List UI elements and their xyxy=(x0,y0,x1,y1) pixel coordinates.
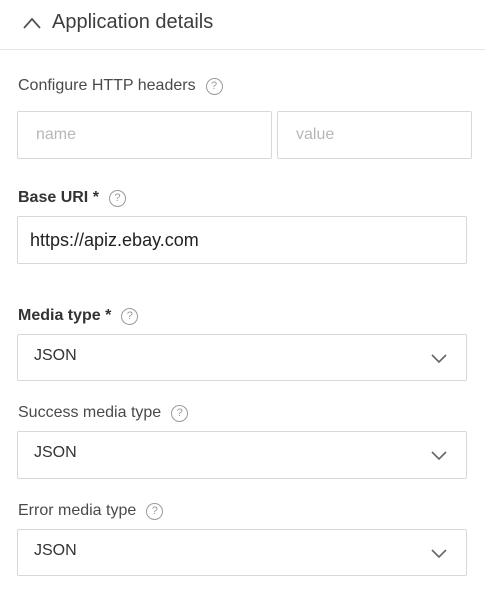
help-icon[interactable]: ? xyxy=(146,502,164,520)
error-media-type-select[interactable]: JSON xyxy=(17,529,467,576)
base-uri-input[interactable] xyxy=(18,217,466,263)
chevron-down-icon[interactable] xyxy=(430,547,448,559)
help-icon[interactable]: ? xyxy=(171,404,189,422)
header-name-input[interactable] xyxy=(18,112,271,158)
media-type-value: JSON xyxy=(34,347,77,364)
media-type-label: Media type * ? xyxy=(18,307,139,325)
chevron-up-icon[interactable] xyxy=(22,16,42,30)
media-type-select[interactable]: JSON xyxy=(17,334,467,381)
help-icon[interactable]: ? xyxy=(121,307,139,325)
error-media-type-value: JSON xyxy=(34,542,77,559)
http-headers-label-text: Configure HTTP headers xyxy=(18,77,196,94)
chevron-down-icon[interactable] xyxy=(430,449,448,461)
media-type-label-text: Media type * xyxy=(18,307,112,324)
chevron-down-icon[interactable] xyxy=(430,352,448,364)
http-headers-label: Configure HTTP headers ? xyxy=(18,77,223,95)
header-value-field[interactable] xyxy=(277,111,472,159)
success-media-type-select[interactable]: JSON xyxy=(17,431,467,479)
base-uri-label: Base URI * ? xyxy=(18,189,126,207)
success-media-type-label-text: Success media type xyxy=(18,404,162,421)
help-icon[interactable]: ? xyxy=(205,77,223,95)
error-media-type-label: Error media type ? xyxy=(18,502,164,520)
help-icon[interactable]: ? xyxy=(108,189,126,207)
header-value-input[interactable] xyxy=(278,112,471,158)
error-media-type-label-text: Error media type xyxy=(18,502,137,519)
section-header[interactable]: Application details xyxy=(0,0,485,50)
header-name-field[interactable] xyxy=(17,111,272,159)
base-uri-field[interactable] xyxy=(17,216,467,264)
section-title: Application details xyxy=(52,11,214,33)
success-media-type-value: JSON xyxy=(34,444,77,461)
base-uri-label-text: Base URI * xyxy=(18,189,99,206)
success-media-type-label: Success media type ? xyxy=(18,404,189,422)
